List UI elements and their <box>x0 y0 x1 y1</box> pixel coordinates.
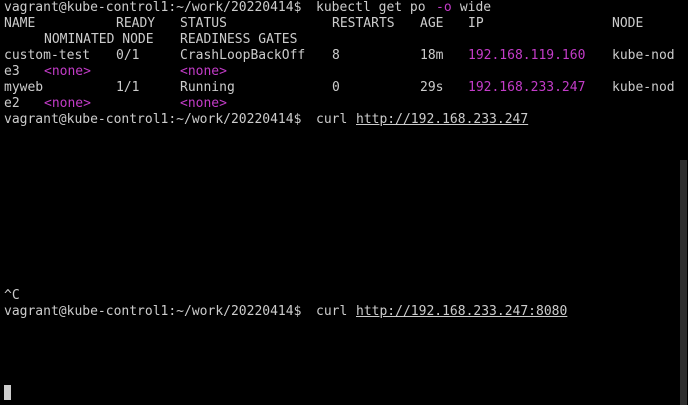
command-line-curl: vagrant@kube-control1:~/work/20220414$ c… <box>4 112 528 128</box>
pod-node-wrap: e3 <box>4 64 20 79</box>
command-arg: wide <box>452 0 492 15</box>
header-name: NAME <box>4 16 36 31</box>
pod-restarts: 8 <box>332 48 340 63</box>
pod-ip: 192.168.233.247 <box>468 80 586 95</box>
pod-name: custom-test <box>4 48 91 63</box>
text-cursor[interactable] <box>4 385 11 400</box>
prompt: vagrant@kube-control1:~/work/20220414$ <box>4 112 310 127</box>
table-row: myweb 1/1 Running 0 29s 192.168.233.247 … <box>4 80 675 96</box>
interrupt-line: ^C <box>4 288 51 304</box>
scrollbar-thumb[interactable] <box>680 160 687 405</box>
pod-age: 18m <box>420 48 444 63</box>
pod-restarts: 0 <box>332 80 340 95</box>
prompt: vagrant@kube-control1:~/work/20220414$ <box>4 304 310 319</box>
pod-ready: 0/1 <box>116 48 140 63</box>
command-text: curl <box>316 304 356 319</box>
header-status: STATUS <box>180 16 227 31</box>
url-link[interactable]: http://192.168.233.247 <box>356 112 528 128</box>
header-restarts: RESTARTS <box>332 16 395 31</box>
header-age: AGE <box>420 16 444 31</box>
header-ip: IP <box>468 16 484 31</box>
prompt: vagrant@kube-control1:~/work/20220414$ <box>4 0 310 15</box>
scrollbar[interactable] <box>678 0 688 405</box>
command-line-curl: vagrant@kube-control1:~/work/20220414$ c… <box>4 304 567 320</box>
pod-node: kube-nod <box>612 80 675 95</box>
pod-status: CrashLoopBackOff <box>180 48 306 63</box>
header-ready: READY <box>116 16 156 31</box>
table-row: custom-test 0/1 CrashLoopBackOff 8 18m 1… <box>4 48 675 64</box>
header-nominated-node: NOMINATED NODE <box>44 32 154 47</box>
pod-age: 29s <box>420 80 444 95</box>
table-header-continued: NOMINATED NODE READINESS GATES <box>4 32 297 48</box>
table-header: NAME READY STATUS RESTARTS AGE IP NODE <box>4 16 643 32</box>
command-flag: -o <box>436 0 452 15</box>
pod-readiness-gates: <none> <box>180 96 227 111</box>
command-text: curl <box>316 112 356 127</box>
table-row-continued: e2 <none> <none> <box>4 96 227 112</box>
pod-nominated-node: <none> <box>44 96 91 111</box>
header-node: NODE <box>612 16 644 31</box>
header-readiness-gates: READINESS GATES <box>180 32 298 47</box>
pod-nominated-node: <none> <box>44 64 91 79</box>
pod-node-wrap: e2 <box>4 96 20 111</box>
pod-ip: 192.168.119.160 <box>468 48 586 63</box>
pod-readiness-gates: <none> <box>180 64 227 79</box>
pod-status: Running <box>180 80 235 95</box>
pod-ready: 1/1 <box>116 80 140 95</box>
command-text: kubectl get po <box>316 0 434 15</box>
url-link[interactable]: http://192.168.233.247:8080 <box>356 304 567 320</box>
command-line-kubectl: vagrant@kube-control1:~/work/20220414$ k… <box>4 0 491 16</box>
pod-node: kube-nod <box>612 48 675 63</box>
table-row-continued: e3 <none> <none> <box>4 64 227 80</box>
interrupt-text: ^C <box>4 288 20 303</box>
terminal-window[interactable]: vagrant@kube-control1:~/work/20220414$ k… <box>0 0 688 405</box>
pod-name: myweb <box>4 80 44 95</box>
